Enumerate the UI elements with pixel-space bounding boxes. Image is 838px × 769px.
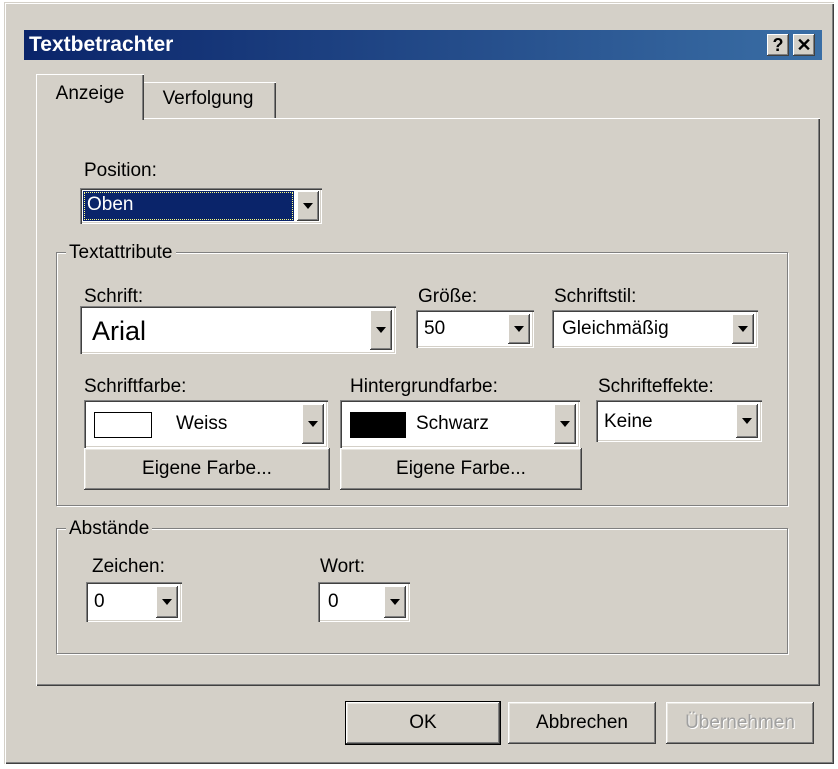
char-spacing-value: 0 [94,591,105,612]
font-color-custom-button[interactable]: Eigene Farbe... [84,448,330,490]
word-spacing-value: 0 [328,591,339,612]
font-color-dropdown[interactable]: Weiss [84,400,328,448]
effects-label: Schrifteffekte: [598,376,714,397]
style-label: Schriftstil: [554,286,637,307]
size-value: 50 [424,318,446,339]
chevron-down-icon[interactable] [302,404,324,444]
chevron-down-icon[interactable] [732,314,754,344]
tab-anzeige[interactable]: Anzeige [36,74,144,120]
close-button[interactable]: ✕ [793,34,815,56]
chevron-down-icon[interactable] [384,586,406,618]
window-title: Textbetrachter [29,33,174,56]
font-color-value: Weiss [176,413,228,434]
chevron-down-icon[interactable] [508,314,530,344]
font-color-label: Schriftfarbe: [84,376,187,397]
background-color-dropdown[interactable]: Schwarz [340,400,580,448]
chevron-down-icon[interactable] [297,191,319,221]
style-value: Gleichmäßig [562,318,669,339]
word-spacing-dropdown[interactable]: 0 [318,582,410,622]
position-dropdown[interactable]: Oben [80,188,322,224]
textattribute-group-label: Textattribute [66,242,176,264]
effects-dropdown[interactable]: Keine [596,400,762,442]
background-color-value: Schwarz [416,413,489,434]
position-value: Oben [87,194,134,215]
word-spacing-label: Wort: [320,556,366,577]
font-label: Schrift: [84,286,144,307]
char-spacing-label: Zeichen: [92,556,165,577]
chevron-down-icon[interactable] [736,404,758,438]
background-color-swatch [350,412,406,438]
font-value: Arial [92,316,147,346]
size-dropdown[interactable]: 50 [416,310,534,348]
chevron-down-icon[interactable] [554,404,576,444]
spacing-group-label: Abstände [66,518,153,540]
chevron-down-icon[interactable] [156,586,178,618]
tab-verfolgung[interactable]: Verfolgung [140,82,276,118]
position-label: Position: [84,160,157,181]
font-color-swatch [94,412,152,438]
font-dropdown[interactable]: Arial [80,306,396,354]
background-color-label: Hintergrundfarbe: [350,376,498,397]
effects-value: Keine [604,411,653,432]
background-color-custom-button[interactable]: Eigene Farbe... [340,448,582,490]
chevron-down-icon[interactable] [370,310,392,350]
apply-button[interactable]: Übernehmen [666,702,814,744]
char-spacing-dropdown[interactable]: 0 [86,582,182,622]
cancel-button[interactable]: Abbrechen [508,702,656,744]
ok-button[interactable]: OK [345,701,501,745]
style-dropdown[interactable]: Gleichmäßig [552,310,758,348]
size-label: Größe: [418,286,478,307]
close-icon: ✕ [796,35,812,55]
help-button[interactable]: ? [767,34,789,56]
